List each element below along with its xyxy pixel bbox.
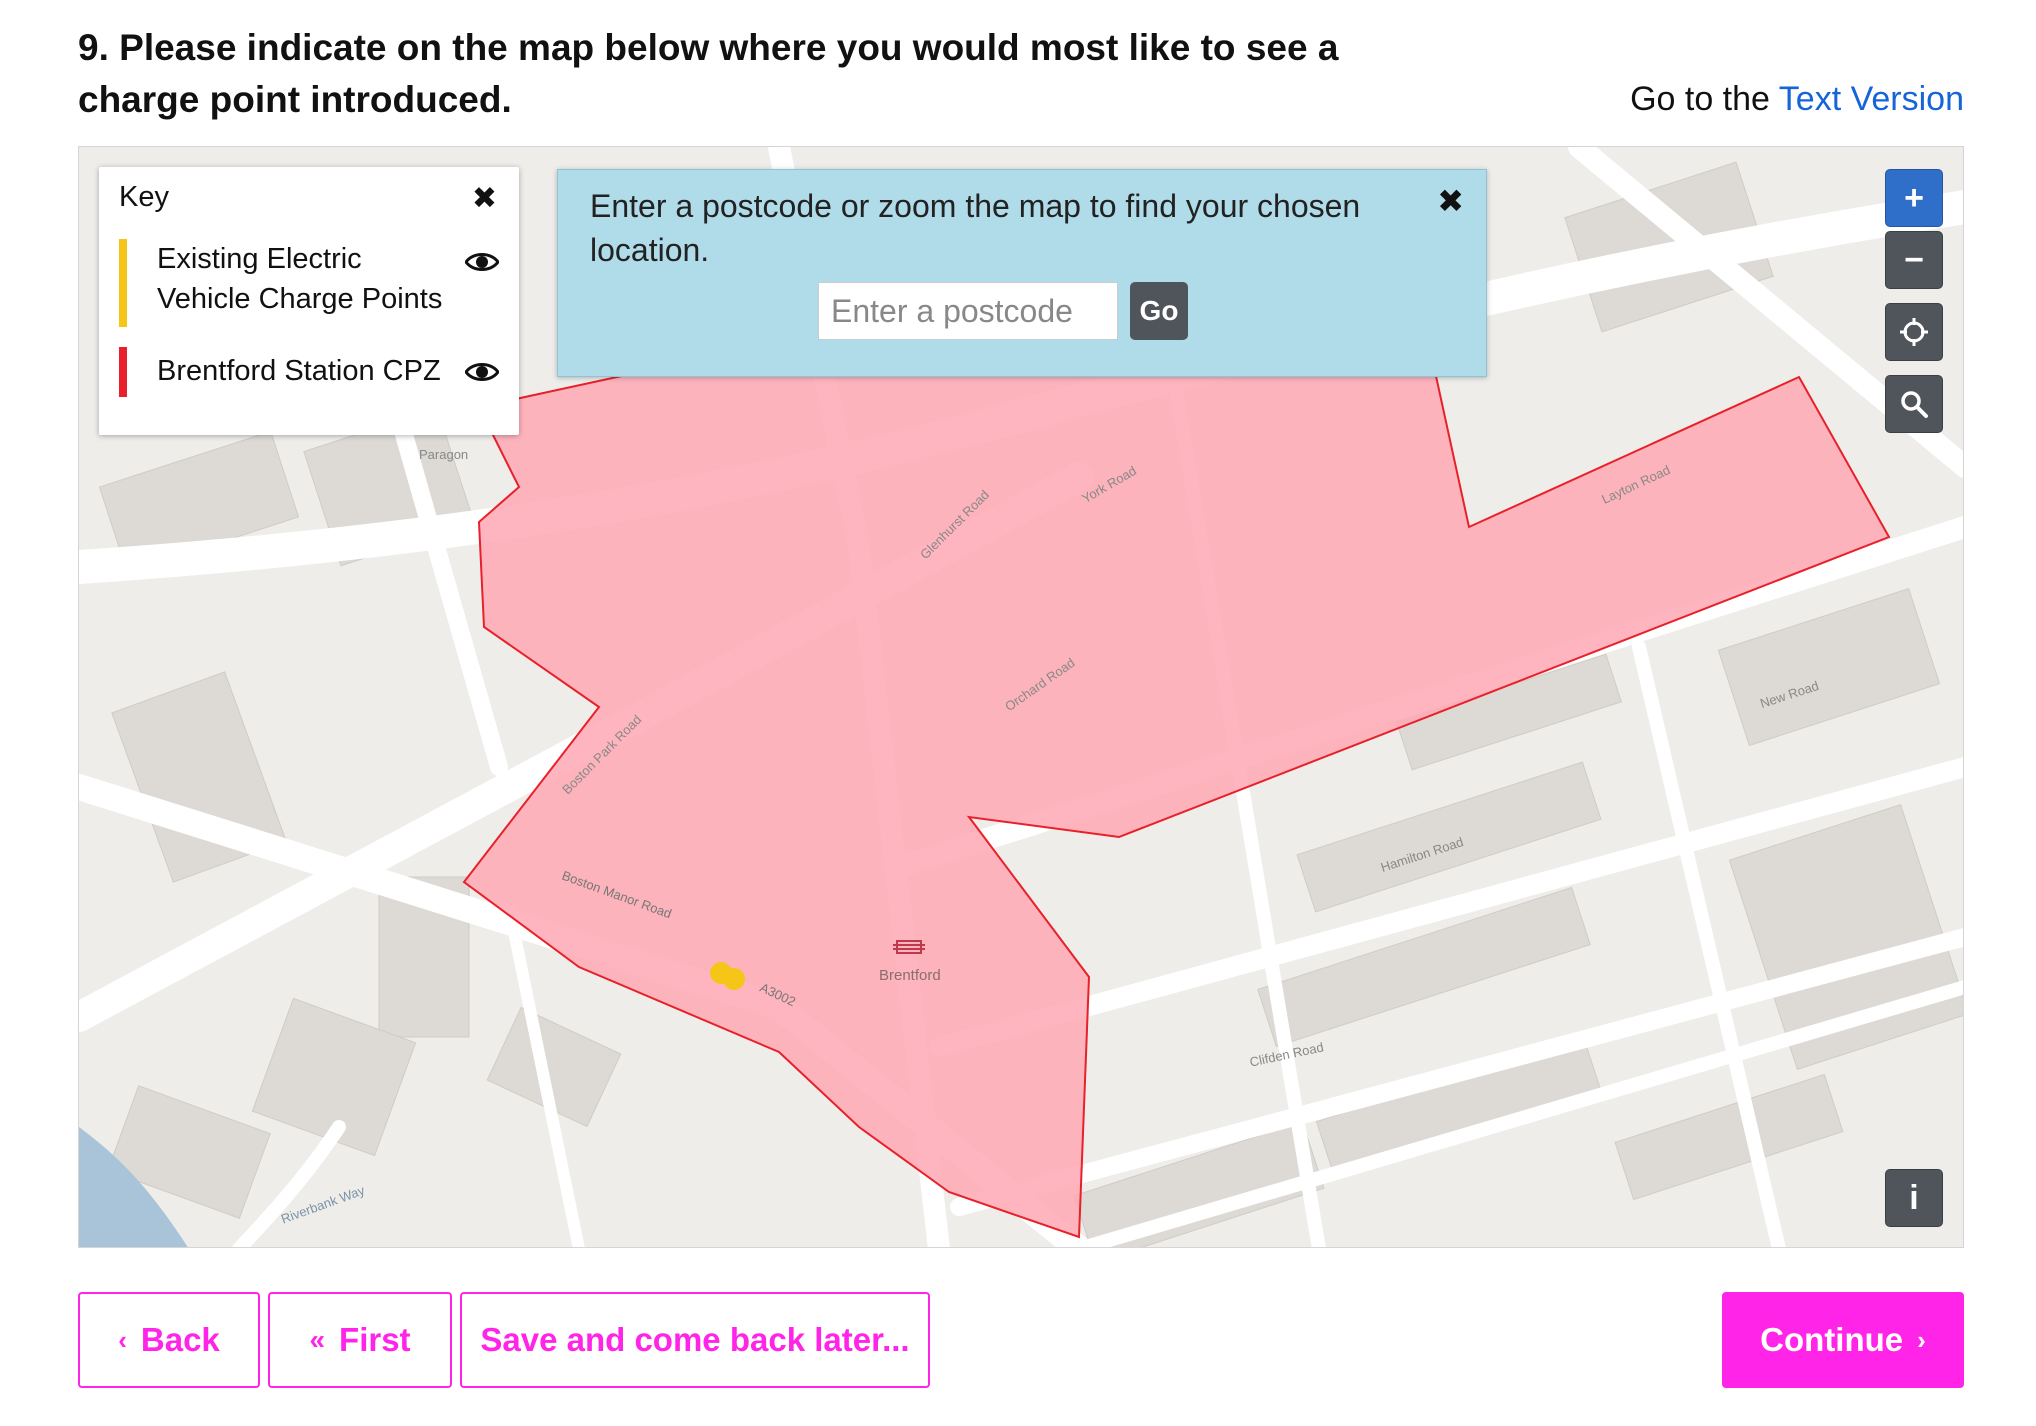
question-title: 9. Please indicate on the map below wher… <box>78 27 1339 120</box>
map-label-station: Brentford <box>879 967 941 984</box>
eye-icon[interactable] <box>464 251 500 278</box>
text-version-link[interactable]: Text Version <box>1779 80 1964 118</box>
text-version-prefix: Go to the <box>1630 80 1779 118</box>
info-button[interactable]: i <box>1885 1169 1943 1227</box>
close-icon[interactable]: ✖ <box>1437 182 1464 220</box>
postcode-panel: Enter a postcode or zoom the map to find… <box>557 169 1487 377</box>
chevron-left-icon: ‹ <box>118 1324 127 1355</box>
back-label: Back <box>140 1321 220 1358</box>
key-title: Key <box>119 181 169 213</box>
save-label: Save and come back later... <box>480 1321 910 1358</box>
back-button[interactable]: ‹ Back <box>78 1292 260 1388</box>
map[interactable]: Brentford Boston Park Road Glenhurst Roa… <box>78 146 1964 1248</box>
map-label-road: Paragon <box>419 447 469 462</box>
postcode-message: Enter a postcode or zoom the map to find… <box>590 188 1361 268</box>
charge-point-marker <box>723 968 745 990</box>
key-swatch-red <box>119 347 127 397</box>
continue-button[interactable]: Continue › <box>1722 1292 1964 1388</box>
zoom-out-button[interactable]: − <box>1885 231 1943 289</box>
chevron-right-icon: › <box>1917 1324 1926 1355</box>
postcode-input[interactable] <box>818 282 1118 340</box>
key-item-charge-points: Existing Electric Vehicle Charge Points <box>119 239 500 327</box>
zoom-in-button[interactable]: + <box>1885 169 1943 227</box>
search-icon[interactable] <box>1885 375 1943 433</box>
first-label: First <box>339 1321 411 1358</box>
continue-label: Continue <box>1760 1321 1904 1358</box>
key-item-label: Existing Electric Vehicle Charge Points <box>157 243 443 315</box>
key-item-cpz: Brentford Station CPZ <box>119 347 500 397</box>
text-version-link-row: Go to the Text Version <box>1630 80 1964 119</box>
key-item-label: Brentford Station CPZ <box>157 355 441 387</box>
double-chevron-left-icon: « <box>309 1324 326 1355</box>
close-icon[interactable]: ✖ <box>472 181 497 216</box>
save-button[interactable]: Save and come back later... <box>460 1292 930 1388</box>
first-button[interactable]: « First <box>268 1292 452 1388</box>
map-key-panel: Key ✖ Existing Electric Vehicle Charge P… <box>99 167 519 435</box>
key-swatch-yellow <box>119 239 127 327</box>
go-button[interactable]: Go <box>1130 282 1188 340</box>
eye-icon[interactable] <box>464 361 500 388</box>
crosshair-icon[interactable] <box>1885 303 1943 361</box>
